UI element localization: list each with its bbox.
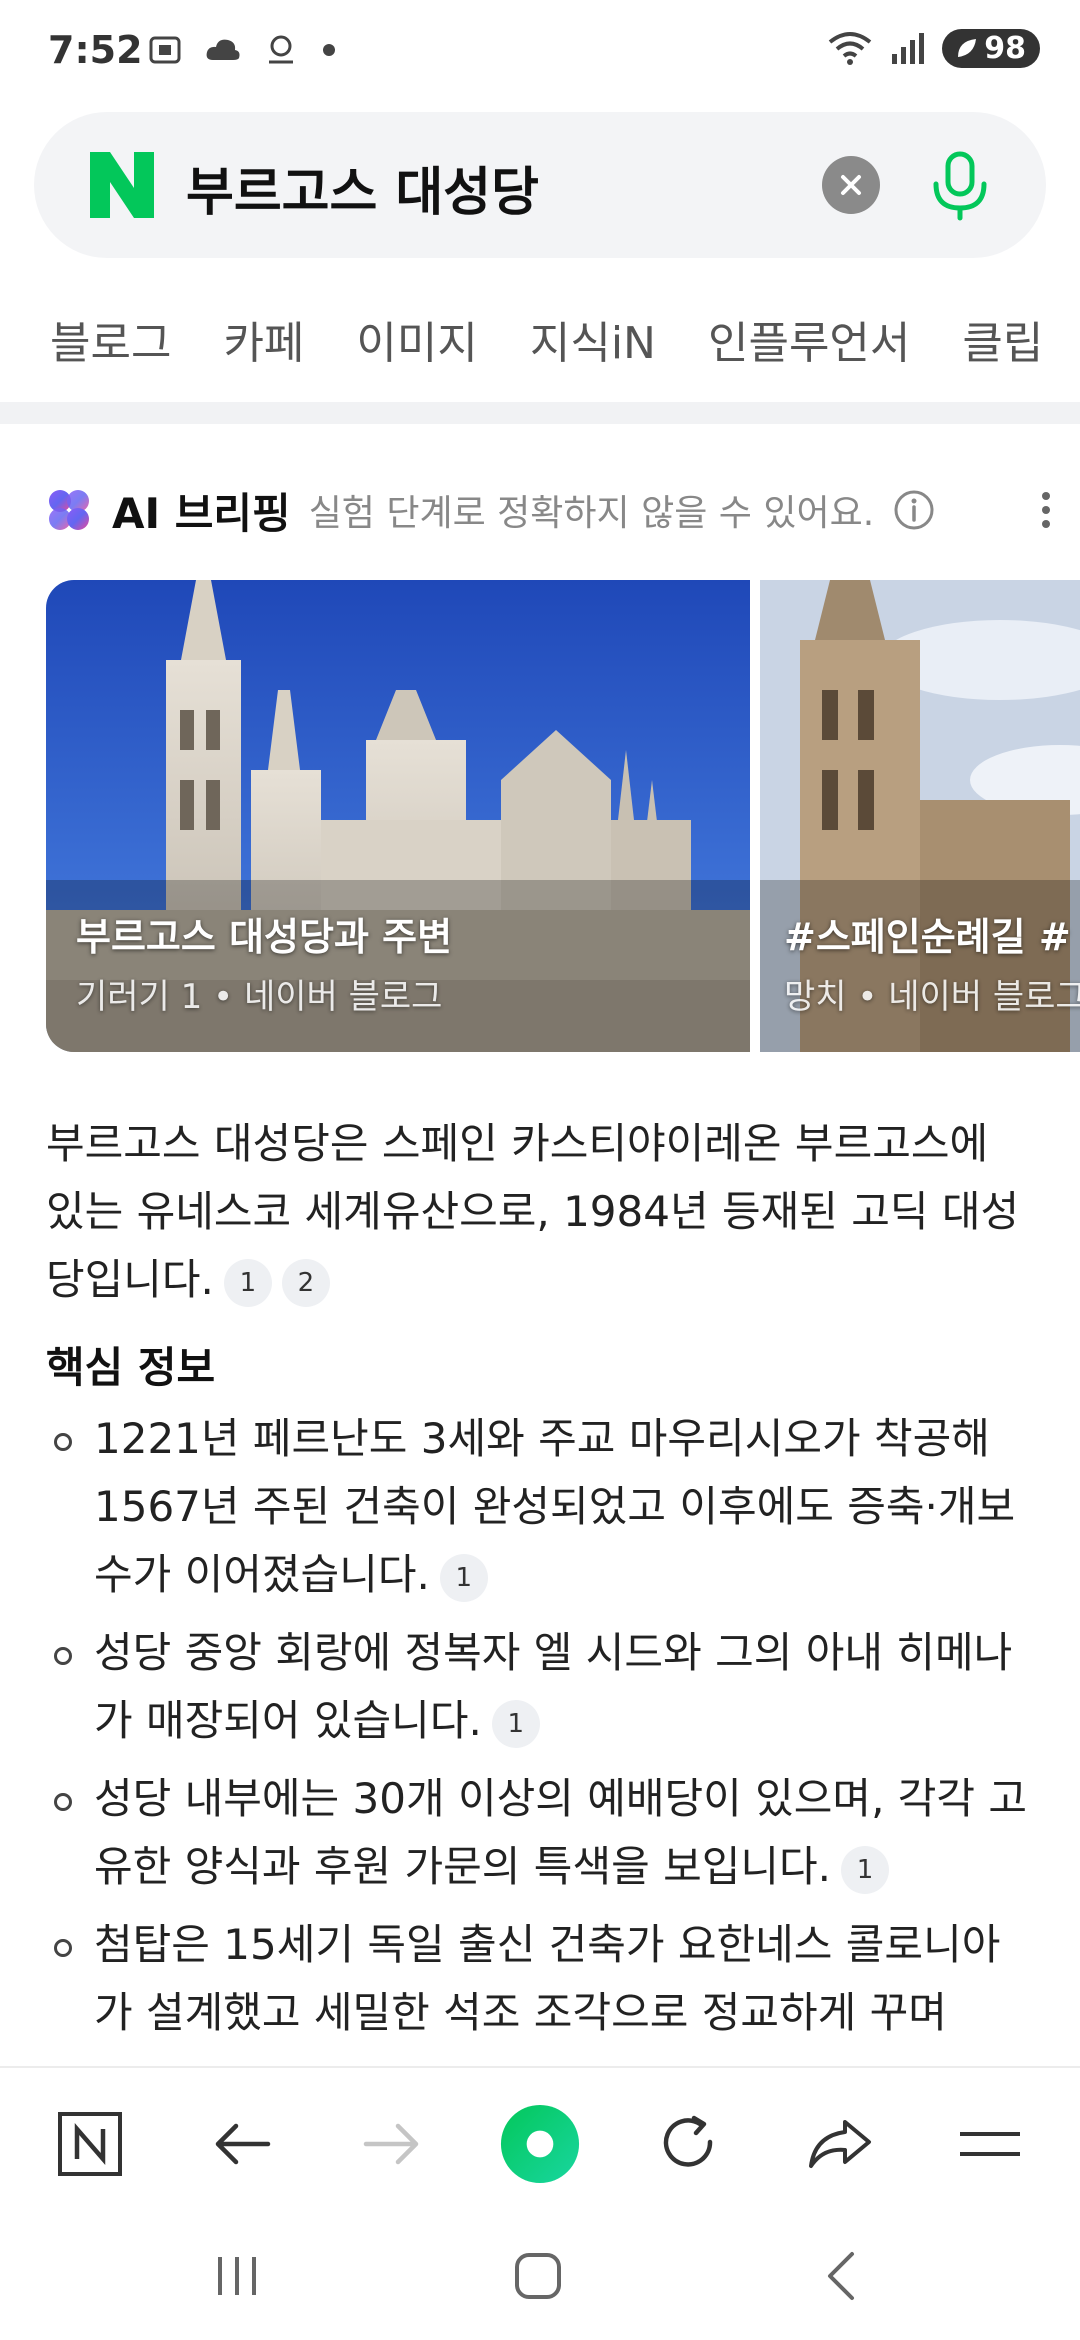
section-divider [0, 402, 1080, 424]
tab-clip[interactable]: 클립 [962, 295, 1043, 375]
system-navigation-bar [0, 2206, 1080, 2340]
tab-influencer[interactable]: 인플루언서 [708, 295, 910, 375]
naver-home-icon [58, 2112, 122, 2176]
citation-badge[interactable]: 1 [439, 1553, 488, 1602]
status-time: 7:52 [48, 28, 143, 72]
search-input[interactable]: 부르고스 대성당 [186, 150, 539, 225]
card-meta: 망치 • 네이버 블로그 [784, 977, 1080, 1017]
arrow-left-icon [215, 2123, 271, 2165]
tab-image[interactable]: 이미지 [356, 295, 477, 375]
tab-blog[interactable]: 블로그 [50, 295, 171, 375]
list-item: 성당 내부에는 30개 이상의 예배당이 있으며, 각각 고유한 양식과 후원 … [46, 1765, 1036, 1901]
wifi-icon [829, 32, 872, 65]
recent-apps-icon [218, 2257, 256, 2295]
close-icon [841, 175, 861, 195]
arrow-right-icon [363, 2123, 419, 2165]
list-item: 성당 중앙 회랑에 정복자 엘 시드와 그의 아내 히메나가 매장되어 있습니다… [46, 1619, 1036, 1755]
battery-level: 98 [984, 30, 1026, 66]
search-bar[interactable]: 부르고스 대성당 [34, 112, 1046, 258]
info-icon[interactable] [892, 488, 936, 532]
more-options-icon[interactable] [1036, 488, 1056, 532]
status-bar: 7:52 98 [0, 0, 1080, 100]
green-dot-icon [500, 2104, 580, 2184]
card-meta: 기러기 1 • 네이버 블로그 [76, 977, 443, 1017]
citation-badge[interactable]: 1 [840, 1845, 889, 1894]
battery-icon: 98 [942, 28, 1040, 68]
microphone-icon [933, 151, 987, 221]
search-category-tabs: 블로그 카페 이미지 지식iN 인플루언서 클립 [0, 295, 1080, 375]
voice-search-button[interactable] [920, 146, 1000, 226]
signal-icon [892, 33, 925, 64]
cloud-icon [206, 39, 240, 60]
card-caption: 부르고스 대성당과 주변 기러기 1 • 네이버 블로그 [76, 906, 452, 1018]
image-card-1[interactable]: 부르고스 대성당과 주변 기러기 1 • 네이버 블로그 [46, 580, 750, 1052]
ai-briefing-disclaimer: 실험 단계로 정확하지 않을 수 있어요. [308, 493, 875, 534]
key-info-title: 핵심 정보 [46, 1343, 216, 1392]
list-item-text: 1221년 페르난도 3세와 주교 마우리시오가 착공해 1567년 주된 건축… [94, 1414, 1016, 1599]
ai-briefing-content: 부르고스 대성당은 스페인 카스티야이레온 부르고스에 있는 유네스코 세계유산… [46, 1110, 1036, 2057]
hamburger-menu-icon [960, 2132, 1020, 2156]
back-button[interactable] [202, 2104, 282, 2184]
recent-apps-button[interactable] [202, 2246, 272, 2306]
browser-toolbar [0, 2066, 1080, 2206]
tab-cafe[interactable]: 카페 [223, 295, 304, 375]
list-item-text: 성당 중앙 회랑에 정복자 엘 시드와 그의 아내 히메나가 매장되어 있습니다… [94, 1628, 1013, 1745]
naver-home-button[interactable] [50, 2104, 130, 2184]
screenshot-icon [149, 36, 181, 64]
list-item: 1221년 페르난도 3세와 주교 마우리시오가 착공해 1567년 주된 건축… [46, 1405, 1036, 1609]
alert-icon [269, 35, 293, 64]
summary-paragraph: 부르고스 대성당은 스페인 카스티야이레온 부르고스에 있는 유네스코 세계유산… [46, 1110, 1036, 1314]
citation-badge[interactable]: 1 [223, 1258, 272, 1307]
card-title: #스페인순례길 # [784, 915, 1071, 959]
refresh-button[interactable] [650, 2104, 730, 2184]
citation-badge[interactable]: 1 [491, 1699, 540, 1748]
home-icon [515, 2253, 561, 2299]
image-carousel[interactable]: 부르고스 대성당과 주변 기러기 1 • 네이버 블로그 #스페인순례길 # 망… [46, 580, 1080, 1052]
citation-badge[interactable]: 2 [281, 1258, 330, 1307]
share-button[interactable] [800, 2104, 880, 2184]
home-button[interactable] [503, 2246, 573, 2306]
system-back-button[interactable] [805, 2246, 875, 2306]
list-item: 첨탑은 15세기 독일 출신 건축가 요한네스 콜로니아가 설계했고 세밀한 석… [46, 1911, 1036, 2047]
list-item-text: 첨탑은 15세기 독일 출신 건축가 요한네스 콜로니아가 설계했고 세밀한 석… [94, 1920, 1001, 2037]
green-dot-button[interactable] [500, 2104, 580, 2184]
status-icons-left [145, 30, 339, 70]
share-icon [809, 2120, 871, 2168]
summary-text: 부르고스 대성당은 스페인 카스티야이레온 부르고스에 있는 유네스코 세계유산… [46, 1119, 1020, 1304]
refresh-icon [663, 2115, 713, 2167]
card-caption: #스페인순례길 # 망치 • 네이버 블로그 [784, 906, 1080, 1018]
status-icons-right: 98 [826, 28, 1040, 68]
forward-button[interactable] [352, 2104, 432, 2184]
chevron-left-icon [828, 2252, 854, 2300]
tab-knowledge-in[interactable]: 지식iN [530, 295, 656, 375]
ai-briefing-title: AI 브리핑 [112, 488, 291, 538]
key-info-list: 1221년 페르난도 3세와 주교 마우리시오가 착공해 1567년 주된 건축… [46, 1405, 1036, 2047]
ai-sparkle-icon [49, 490, 89, 530]
card-title: 부르고스 대성당과 주변 [76, 915, 453, 959]
naver-logo-icon[interactable] [90, 152, 154, 218]
menu-button[interactable] [950, 2104, 1030, 2184]
ai-briefing-header: AI 브리핑 실험 단계로 정확하지 않을 수 있어요. [44, 482, 1050, 538]
clear-search-button[interactable] [822, 156, 880, 214]
dot-icon [323, 44, 335, 56]
image-card-2[interactable]: #스페인순례길 # 망치 • 네이버 블로그 [760, 580, 1080, 1052]
